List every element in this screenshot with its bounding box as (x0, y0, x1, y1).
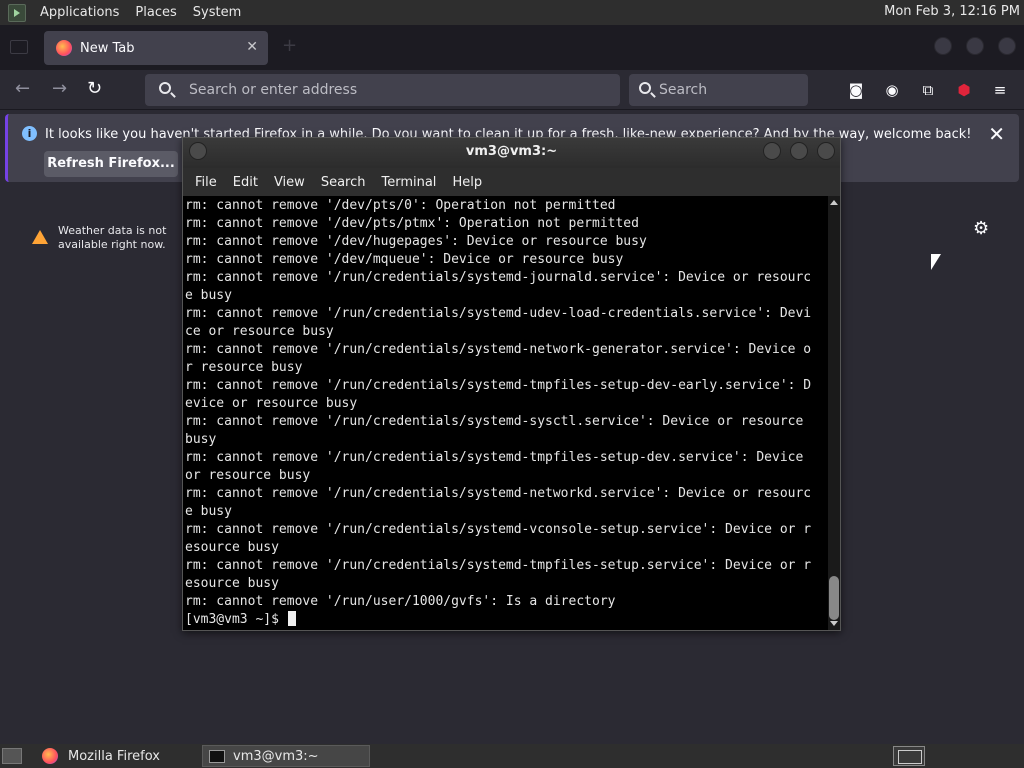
pocket-icon[interactable]: ◙ (846, 80, 866, 100)
terminal-line: evice or resource busy (185, 396, 358, 411)
system-menu[interactable]: System (185, 5, 249, 20)
close-tab-icon[interactable]: ✕ (246, 39, 258, 55)
tab-list-icon[interactable] (10, 40, 28, 54)
terminal-output[interactable]: rm: cannot remove '/dev/pts/0': Operatio… (185, 196, 827, 630)
search-icon (639, 82, 651, 94)
close-window-icon[interactable] (998, 37, 1016, 55)
scrollbar-thumb[interactable] (829, 576, 839, 620)
terminal-close-icon[interactable] (817, 142, 835, 160)
terminal-line: rm: cannot remove '/run/user/1000/gvfs':… (185, 594, 616, 609)
places-menu[interactable]: Places (127, 5, 184, 20)
terminal-prompt: [vm3@vm3 ~]$ (185, 612, 287, 627)
terminal-line: rm: cannot remove '/run/credentials/syst… (185, 450, 804, 465)
terminal-menu-help[interactable]: Help (444, 175, 490, 190)
firefox-tab-bar: New Tab ✕ + (0, 25, 1024, 70)
terminal-maximize-icon[interactable] (790, 142, 808, 160)
terminal-title: vm3@vm3:~ (465, 144, 558, 159)
terminal-line: rm: cannot remove '/run/credentials/syst… (185, 486, 812, 501)
refresh-firefox-button[interactable]: Refresh Firefox... (44, 151, 178, 177)
terminal-line: busy (185, 432, 217, 447)
terminal-line: rm: cannot remove '/dev/pts/ptmx': Opera… (185, 216, 639, 231)
terminal-line: rm: cannot remove '/dev/hugepages': Devi… (185, 234, 647, 249)
applications-menu-icon[interactable] (8, 3, 26, 22)
account-icon[interactable]: ◉ (882, 80, 902, 100)
terminal-line: rm: cannot remove '/run/credentials/syst… (185, 414, 804, 429)
terminal-menu-terminal[interactable]: Terminal (373, 175, 444, 190)
firefox-icon (56, 40, 72, 56)
mouse-pointer-icon (931, 254, 941, 270)
terminal-menu-icon[interactable] (189, 142, 207, 160)
url-placeholder: Search or enter address (189, 82, 358, 98)
terminal-line: rm: cannot remove '/run/credentials/syst… (185, 270, 812, 285)
terminal-menu-bar: File Edit View Search Terminal Help (183, 168, 840, 196)
terminal-line: rm: cannot remove '/run/credentials/syst… (185, 342, 812, 357)
url-bar[interactable]: Search or enter address (145, 74, 620, 106)
weather-message: Weather data is not available right now. (58, 224, 167, 251)
terminal-menu-view[interactable]: View (266, 175, 313, 190)
warning-icon (32, 230, 48, 244)
new-tab-icon[interactable]: + (282, 35, 297, 56)
taskbar: Mozilla Firefox vm3@vm3:~ (0, 744, 1024, 768)
terminal-line: e busy (185, 504, 232, 519)
terminal-menu-search[interactable]: Search (313, 175, 374, 190)
applications-menu[interactable]: Applications (32, 5, 127, 20)
reload-icon[interactable]: ↻ (87, 79, 102, 99)
terminal-line: rm: cannot remove '/run/credentials/syst… (185, 378, 812, 393)
search-placeholder: Search (659, 82, 708, 98)
info-icon: i (22, 126, 37, 141)
terminal-line: r resource busy (185, 360, 303, 375)
terminal-line: rm: cannot remove '/run/credentials/syst… (185, 306, 812, 321)
terminal-line: rm: cannot remove '/dev/pts/0': Operatio… (185, 198, 616, 213)
search-bar[interactable]: Search (629, 74, 808, 106)
terminal-prompt-line[interactable]: [vm3@vm3 ~]$ (185, 611, 827, 629)
terminal-title-bar[interactable]: vm3@vm3:~ (183, 138, 840, 168)
extensions-icon[interactable]: ⧉ (918, 80, 938, 100)
minimize-window-icon[interactable] (934, 37, 952, 55)
tab-title: New Tab (80, 40, 135, 56)
terminal-line: rm: cannot remove '/run/credentials/syst… (185, 558, 812, 573)
scroll-down-icon[interactable] (830, 621, 838, 626)
clock[interactable]: Mon Feb 3, 12:16 PM (884, 4, 1020, 19)
scroll-up-icon[interactable] (830, 200, 838, 205)
terminal-scrollbar[interactable] (828, 196, 840, 630)
terminal-icon (209, 749, 225, 763)
forward-icon[interactable]: → (52, 79, 67, 99)
terminal-line: esource busy (185, 576, 279, 591)
terminal-line: rm: cannot remove '/run/credentials/syst… (185, 522, 812, 537)
terminal-line: esource busy (185, 540, 279, 555)
desktop: Applications Places System Mon Feb 3, 12… (0, 0, 1024, 768)
terminal-minimize-icon[interactable] (763, 142, 781, 160)
terminal-line: rm: cannot remove '/dev/mqueue': Device … (185, 252, 624, 267)
workspace-switcher[interactable] (893, 746, 925, 766)
ublock-icon[interactable]: ⬢ (954, 80, 974, 100)
terminal-line: e busy (185, 288, 232, 303)
firefox-nav-bar: ← → ↻ Search or enter address Search ◙ ◉… (0, 70, 1024, 110)
close-notification-icon[interactable]: ✕ (988, 122, 1005, 146)
show-desktop-icon[interactable] (2, 748, 22, 764)
taskbar-item-firefox[interactable]: Mozilla Firefox (36, 745, 196, 767)
taskbar-item-label: vm3@vm3:~ (233, 748, 319, 764)
terminal-line: or resource busy (185, 468, 311, 483)
tab-new-tab[interactable]: New Tab ✕ (44, 31, 268, 65)
settings-gear-icon[interactable]: ⚙ (973, 218, 989, 239)
weather-widget: Weather data is not available right now. (32, 224, 168, 252)
top-panel: Applications Places System Mon Feb 3, 12… (0, 0, 1024, 25)
back-icon[interactable]: ← (15, 79, 30, 99)
taskbar-item-terminal[interactable]: vm3@vm3:~ (202, 745, 370, 767)
terminal-window[interactable]: vm3@vm3:~ File Edit View Search Terminal… (182, 137, 841, 631)
terminal-menu-edit[interactable]: Edit (225, 175, 266, 190)
firefox-icon (42, 748, 58, 764)
maximize-window-icon[interactable] (966, 37, 984, 55)
terminal-line: ce or resource busy (185, 324, 334, 339)
menu-icon[interactable]: ≡ (990, 80, 1010, 100)
text-cursor (287, 611, 296, 626)
search-icon (159, 82, 171, 94)
taskbar-item-label: Mozilla Firefox (68, 748, 160, 764)
terminal-menu-file[interactable]: File (187, 175, 225, 190)
